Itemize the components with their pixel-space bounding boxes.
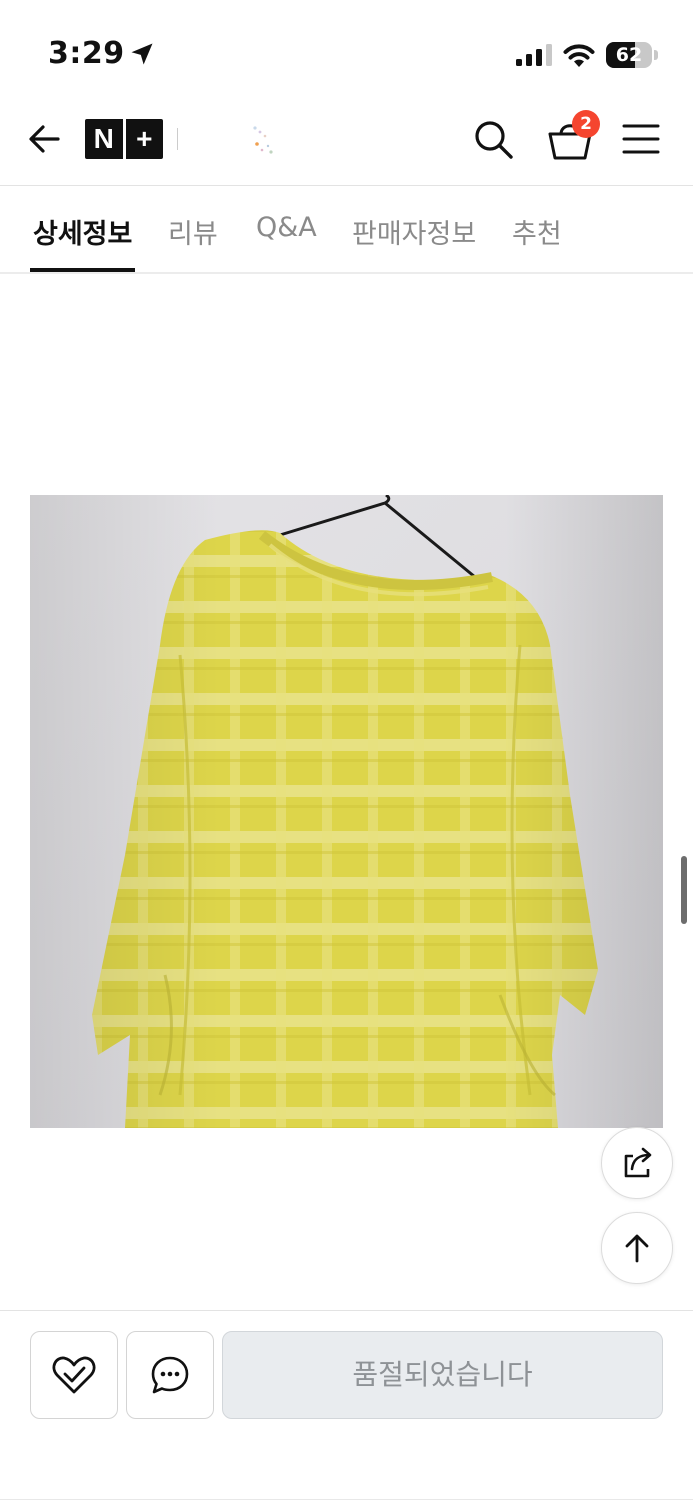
talk-button[interactable] [126, 1331, 214, 1419]
logo-letter-n: N [93, 123, 114, 154]
logo-letter-plus: + [136, 123, 153, 154]
scroll-top-button[interactable] [601, 1212, 673, 1284]
tab-seller-info[interactable]: 판매자정보 [352, 212, 476, 251]
tab-qna[interactable]: Q&A [256, 212, 317, 243]
detail-tabs: 상세정보 리뷰 Q&A 판매자정보 추천 [0, 186, 693, 274]
product-detail-image [30, 495, 663, 1128]
menu-icon[interactable] [620, 120, 662, 158]
bottom-action-bar: 품절되었습니다 [0, 1310, 693, 1500]
cart-count-badge: 2 [572, 110, 600, 138]
share-icon [624, 1147, 652, 1178]
store-logo-icon[interactable] [246, 122, 278, 156]
heart-wish-icon [52, 1356, 96, 1394]
status-bar: 3:29 62 [0, 0, 693, 100]
soldout-button[interactable]: 품절되었습니다 [222, 1331, 663, 1419]
location-arrow-icon [131, 43, 153, 65]
tab-detail-info[interactable]: 상세정보 [33, 212, 132, 251]
logo-divider [177, 128, 178, 150]
back-arrow-icon[interactable] [24, 118, 66, 160]
chat-bubble-icon [151, 1356, 189, 1394]
tab-recommend[interactable]: 추천 [512, 212, 562, 251]
wifi-icon [563, 44, 595, 67]
battery-level: 62 [615, 44, 643, 66]
status-time: 3:29 [48, 36, 125, 71]
wish-button[interactable] [30, 1331, 118, 1419]
battery-icon: 62 [606, 42, 658, 68]
search-icon[interactable] [470, 116, 516, 162]
arrow-up-icon [625, 1234, 649, 1263]
share-button[interactable] [601, 1127, 673, 1199]
naver-plus-logo[interactable]: N + [85, 119, 163, 159]
signal-icon [516, 44, 552, 66]
tab-reviews[interactable]: 리뷰 [168, 212, 218, 251]
scrollbar[interactable] [681, 856, 687, 924]
active-tab-indicator [30, 268, 135, 272]
